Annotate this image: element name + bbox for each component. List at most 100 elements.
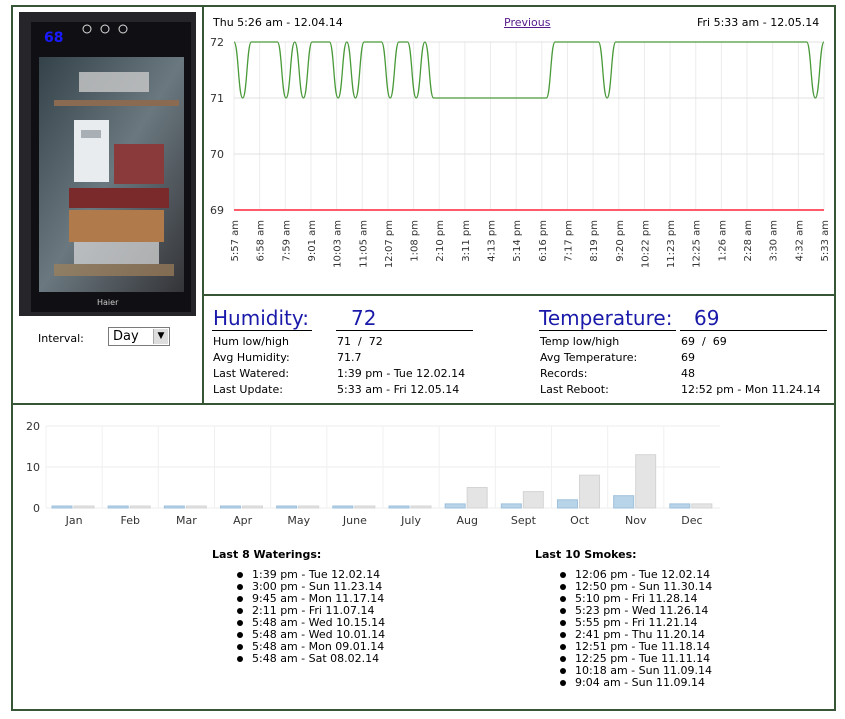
temp-row-label: Records: [540, 367, 588, 380]
hum-row-label: Last Watered: [213, 367, 290, 380]
temp-row-value: 12:52 pm - Mon 11.24.14 [681, 383, 821, 396]
bar [129, 505, 151, 509]
bar [276, 505, 298, 509]
bullet-icon [560, 632, 566, 638]
bar [73, 505, 95, 509]
previous-link[interactable]: Previous [504, 16, 551, 29]
bar [388, 505, 410, 509]
bar [635, 454, 657, 509]
bullet-icon [560, 608, 566, 614]
bar [220, 505, 241, 509]
divider-chart-stats [202, 294, 836, 296]
bullet-icon [237, 584, 243, 590]
x-tick-label: Mar [176, 514, 197, 527]
chart-start-label: Thu 5:26 am - 12.04.14 [213, 16, 343, 29]
humidity-title: Humidity: [213, 306, 309, 330]
x-tick-label: 5:14 pm [512, 220, 523, 262]
x-tick-label: Dec [681, 514, 702, 527]
bullet-icon [237, 608, 243, 614]
x-tick-label: 8:19 pm [589, 220, 600, 262]
hum-row-value: 1:39 pm - Tue 12.02.14 [337, 367, 466, 380]
bar [500, 503, 522, 509]
y-tick-label: 71 [210, 92, 224, 105]
interval-label: Interval: [38, 332, 84, 345]
bullet-icon [237, 596, 243, 602]
interval-select[interactable]: Day ▼ [108, 327, 170, 346]
x-tick-label: Aug [457, 514, 478, 527]
bullet-icon [237, 620, 243, 626]
x-tick-label: 3:30 am [769, 220, 780, 262]
bar [691, 503, 713, 509]
list-item-text: 5:48 am - Sat 08.02.14 [252, 652, 380, 665]
temp-row-label: Temp low/high [540, 335, 620, 348]
x-tick-label: 10:22 pm [640, 220, 651, 268]
temp-row-value: 69 / 69 [681, 335, 727, 348]
hum-row-label: Last Update: [213, 383, 283, 396]
y-tick-label: 0 [33, 502, 40, 515]
x-tick-label: 1:26 am [717, 220, 728, 262]
photo-display-value: 68 [44, 30, 63, 46]
bar [332, 505, 354, 509]
smokes-title: Last 10 Smokes: [535, 548, 637, 561]
chart-end-label: Fri 5:33 am - 12.05.14 [697, 16, 820, 29]
x-tick-label: Sept [511, 514, 537, 527]
x-tick-label: 9:20 pm [615, 220, 626, 262]
x-tick-label: 12:07 pm [384, 220, 395, 268]
bullet-icon [560, 572, 566, 578]
x-tick-label: 6:58 am [256, 220, 267, 262]
interval-selected-value: Day [113, 329, 139, 344]
hum-row-value: 5:33 am - Fri 12.05.14 [337, 383, 460, 396]
x-tick-label: 2:28 am [743, 220, 754, 262]
x-tick-label: 4:13 pm [487, 220, 498, 262]
waterings-list: 1:39 pm - Tue 12.02.14 3:00 pm - Sun 11.2… [232, 569, 385, 665]
photo-brand: Haier [97, 298, 119, 307]
hum-row-label: Avg Humidity: [213, 351, 290, 364]
humidity-temperature-chart: 72 71 70 69 5:57 am 6:58 am 7:59 am 9:01 am 10:0… [210, 36, 831, 268]
bar [522, 491, 544, 509]
x-tick-label: 9:01 am [307, 220, 318, 262]
bar [51, 505, 73, 509]
bar [107, 505, 129, 509]
x-tick-label: 6:16 pm [538, 220, 549, 262]
x-tick-label: 11:23 pm [666, 220, 677, 268]
temp-row-label: Last Reboot: [540, 383, 609, 396]
bullet-icon [237, 644, 243, 650]
x-tick-label: 3:11 pm [461, 220, 472, 262]
list-item: 5:48 am - Sat 08.02.14 [232, 653, 385, 665]
x-tick-label: Nov [625, 514, 647, 527]
bullet-icon [237, 656, 243, 662]
x-tick-label: Jan [65, 514, 83, 527]
bullet-icon [560, 620, 566, 626]
hum-row-value: 71 / 72 [337, 335, 383, 348]
x-tick-label: 11:05 am [358, 220, 369, 268]
x-tick-label: 10:03 am [333, 220, 344, 268]
y-tick-label: 70 [210, 148, 224, 161]
divider-bottom [11, 403, 836, 405]
monthly-bar-chart: 20 10 0 Jan Feb Mar Apr May June July Aug Sept Oct No… [26, 420, 720, 527]
y-tick-label: 20 [26, 420, 40, 433]
bullet-icon [560, 680, 566, 686]
bullet-icon [560, 584, 566, 590]
list-item-text: 9:04 am - Sun 11.09.14 [575, 676, 706, 689]
bar [669, 503, 691, 509]
x-tick-label: Feb [121, 514, 140, 527]
x-tick-label: July [400, 514, 421, 527]
bar [579, 474, 600, 509]
bar [410, 505, 432, 509]
bullet-icon [560, 668, 566, 674]
temperature-title: Temperature: [539, 306, 673, 330]
bullet-icon [560, 644, 566, 650]
list-item: 9:04 am - Sun 11.09.14 [555, 677, 712, 689]
bar [163, 505, 185, 509]
x-tick-label: 5:57 am [230, 220, 241, 262]
temperature-value: 69 [694, 306, 720, 330]
chevron-down-icon[interactable]: ▼ [153, 329, 168, 344]
x-tick-label: 5:33 am [820, 220, 831, 262]
series-line [233, 41, 825, 99]
x-tick-label: Oct [570, 514, 590, 527]
x-tick-label: May [287, 514, 310, 527]
smokes-list: 12:06 pm - Tue 12.02.14 12:50 pm - Sun 11… [555, 569, 712, 689]
bar [557, 499, 578, 509]
bar [242, 505, 263, 509]
y-tick-label: 10 [26, 461, 40, 474]
